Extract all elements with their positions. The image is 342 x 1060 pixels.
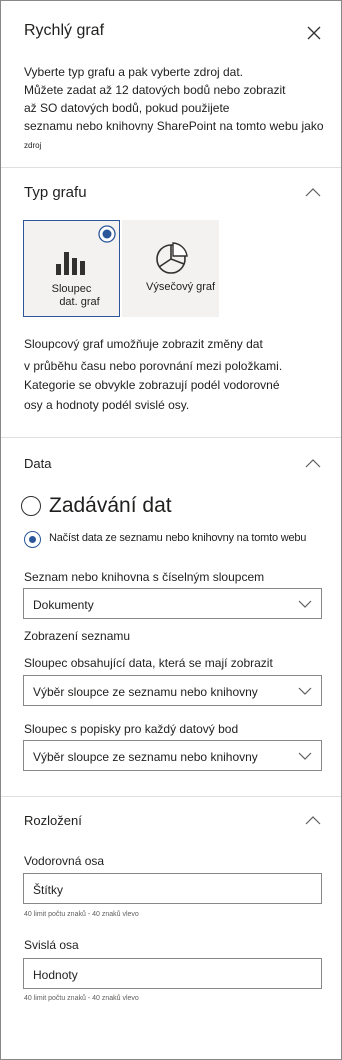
pie-chart-option[interactable]: Výsečový graf (122, 220, 219, 317)
column-chart-option[interactable]: Sloupec dat. graf (23, 220, 120, 317)
layout-heading: Rozložení (24, 813, 82, 828)
vertical-axis-input[interactable]: Hodnoty (23, 958, 322, 989)
column-chart-icon (56, 252, 85, 275)
horizontal-axis-input[interactable]: Štítky (23, 873, 322, 904)
pie-chart-icon (156, 242, 188, 274)
vertical-axis-label: Svislá osa (24, 938, 79, 952)
list-source-label: Načíst data ze seznamu nebo knihovny na … (49, 532, 307, 544)
close-button[interactable] (306, 25, 322, 41)
vertical-axis-hint: 40 limit počtu znaků - 40 znaků vlevo (24, 995, 139, 1002)
divider (1, 167, 341, 168)
intro-line: až SO datových bodů, pokud použijete (24, 101, 230, 115)
vertical-axis-value: Hodnoty (33, 968, 78, 982)
intro-line: Můžete zadat až 12 datových bodů nebo zo… (24, 83, 286, 97)
labels-column-dropdown[interactable]: Výběr sloupce ze seznamu nebo knihovny (23, 740, 322, 771)
chevron-up-icon (305, 188, 321, 197)
chevron-down-icon (298, 752, 312, 760)
horizontal-axis-value: Štítky (33, 883, 64, 897)
divider (1, 796, 341, 797)
chevron-up-icon (305, 816, 321, 825)
data-column-label: Sloupec obsahující data, která se mají z… (24, 656, 273, 670)
list-dropdown-value: Dokumenty (33, 598, 94, 612)
quick-chart-panel: Rychlý graf Vyberte typ grafu a pak vybe… (0, 0, 342, 1060)
view-label: Zobrazení seznamu (24, 629, 131, 643)
column-chart-label-2: dat. graf (59, 296, 100, 308)
chevron-down-icon (298, 687, 312, 695)
radio-selected-icon (98, 225, 116, 243)
intro-line: Vyberte typ grafu a pak vyberte zdroj da… (24, 65, 244, 79)
data-heading: Data (24, 456, 52, 471)
chart-description-line: Kategorie se obvykle zobrazují podél vod… (24, 378, 280, 392)
chevron-down-icon (298, 600, 312, 608)
close-icon (307, 26, 321, 40)
manual-entry-label: Zadávání dat (49, 494, 172, 517)
data-column-dropdown-value: Výběr sloupce ze seznamu nebo knihovny (33, 685, 258, 699)
collapse-chart-type-button[interactable] (305, 184, 321, 202)
intro-line-small: zdroj (24, 141, 42, 150)
data-column-dropdown[interactable]: Výběr sloupce ze seznamu nebo knihovny (23, 675, 322, 706)
list-source-radio[interactable] (24, 531, 41, 548)
pie-chart-label: Výsečový graf (146, 281, 216, 293)
chart-description-line: osy a hodnoty podél svislé osy. (24, 398, 190, 412)
chart-description-line: Sloupcový graf umožňuje zobrazit změny d… (24, 337, 263, 351)
horizontal-axis-label: Vodorovná osa (24, 854, 105, 868)
horizontal-axis-hint: 40 limit počtu znaků - 40 znaků vlevo (24, 911, 139, 918)
column-chart-label-1: Sloupec (51, 283, 92, 295)
divider (1, 437, 341, 438)
chart-description-line: v průběhu času nebo porovnání mezi polož… (24, 359, 283, 373)
list-dropdown[interactable]: Dokumenty (23, 588, 322, 619)
list-label: Seznam nebo knihovna s číselným sloupcem (24, 570, 265, 584)
collapse-data-button[interactable] (305, 455, 321, 473)
labels-column-dropdown-value: Výběr sloupce ze seznamu nebo knihovny (33, 750, 258, 764)
panel-title: Rychlý graf (24, 22, 105, 39)
collapse-layout-button[interactable] (305, 812, 321, 830)
chart-type-heading: Typ grafu (24, 184, 87, 201)
chevron-up-icon (305, 459, 321, 468)
labels-column-label: Sloupec s popisky pro každý datový bod (24, 722, 239, 736)
manual-entry-radio[interactable] (21, 496, 41, 516)
intro-line: seznamu nebo knihovny SharePoint na tomt… (24, 119, 324, 133)
